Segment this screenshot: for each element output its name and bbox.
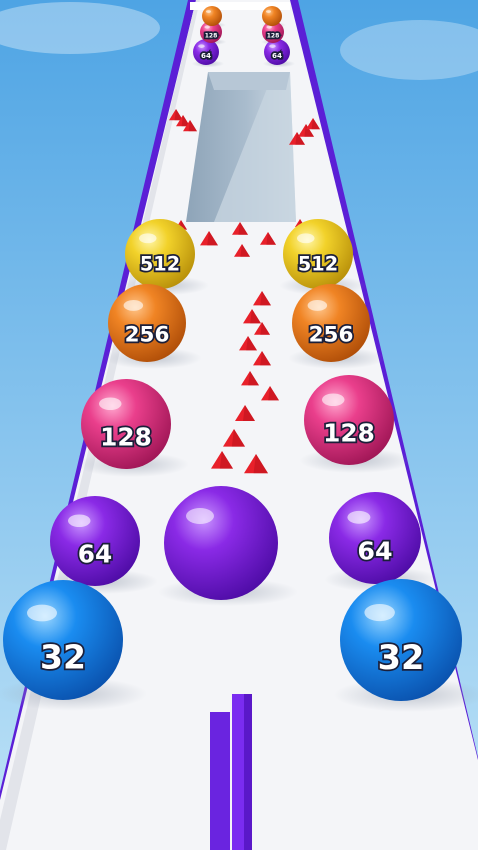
ball-128-left[interactable]: 128 [81,379,171,469]
ball-value-label: 64 [272,51,282,60]
ball-highlight [27,604,57,622]
ball-value-label: 256 [125,322,170,347]
ball-highlight [123,299,144,311]
ball-value-label: 64 [78,539,112,568]
ball-value-label: 32 [40,638,86,677]
ball-highlight [206,10,211,13]
ball-highlight [204,25,210,29]
ball-value-label: 128 [267,33,280,40]
ball-value-label: 32 [378,638,425,677]
ball-256-right[interactable]: 256 [292,284,370,362]
ball-sphere [202,6,222,26]
ball-64-left[interactable]: 64 [50,496,140,586]
ball-64-right[interactable]: 64 [329,492,421,584]
ball-value-label: 128 [323,418,375,447]
ball-32-right[interactable]: 32 [340,579,462,701]
ball-highlight [266,10,271,13]
ball-highlight [269,44,276,48]
game-scene[interactable]: 512 512 256 256 128 128 64 64 32 32 64 64 128 128 [0,0,478,850]
ball-value-label: 64 [357,537,392,566]
ball-highlight [198,44,205,48]
ball-value-label: 128 [205,33,218,40]
ball-highlight [347,510,371,524]
ball-highlight [68,514,91,528]
ball-value-label: 128 [100,422,152,451]
ball-512-right[interactable]: 512 [283,219,353,289]
far-ball-256-left[interactable] [202,6,222,26]
ball-value-label: 256 [309,322,354,347]
ball-highlight [297,233,315,244]
ball-256-left[interactable]: 256 [108,284,186,362]
far-ball-64-right[interactable]: 64 [264,39,290,65]
ball-highlight [364,604,395,622]
far-ball-64-left[interactable]: 64 [193,39,219,65]
ball-value-label: 64 [201,51,211,60]
ball-512-left[interactable]: 512 [125,219,195,289]
ball-128-right[interactable]: 128 [304,375,394,465]
ball-highlight [266,25,272,29]
ball-highlight [307,299,328,311]
ball-highlight [139,233,157,244]
ball-highlight [322,393,345,407]
ball-32-left[interactable]: 32 [3,580,123,700]
far-ball-256-right[interactable] [262,6,282,26]
ball-value-label: 512 [298,253,338,276]
ball-highlight [99,397,122,411]
ball-sphere [262,6,282,26]
ball-value-label: 512 [140,253,180,276]
game-canvas[interactable]: 512 512 256 256 128 128 64 64 32 32 64 64 128 128 [0,0,478,850]
